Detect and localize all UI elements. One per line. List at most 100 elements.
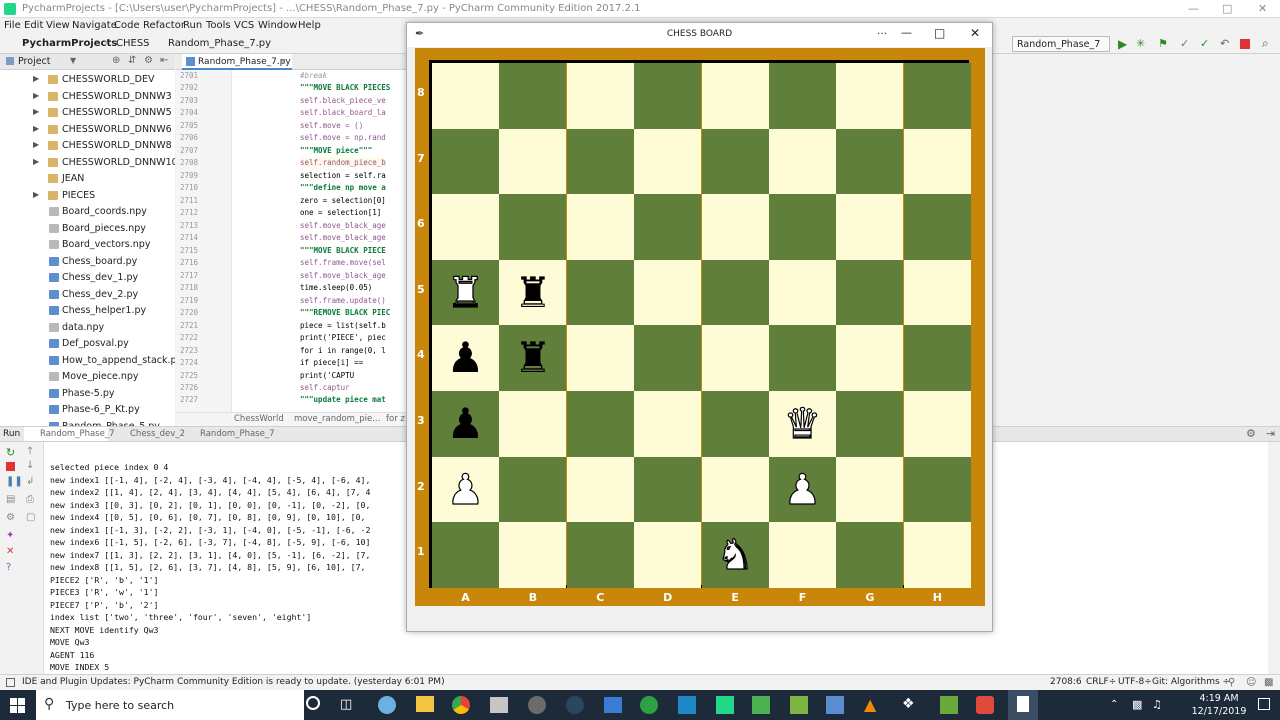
tree-item[interactable]: Board_vectors.npy (0, 237, 175, 253)
tree-item[interactable]: Phase-5.py (0, 386, 175, 402)
square-g5[interactable] (836, 259, 904, 326)
code-crumb-class[interactable]: ChessWorld (234, 414, 284, 424)
code-line[interactable]: """MOVE BLACK PIECE (300, 246, 386, 255)
square-b6[interactable] (499, 194, 567, 261)
store-icon[interactable] (490, 697, 508, 713)
close-icon[interactable]: ✕ (6, 546, 14, 557)
stop-icon[interactable] (6, 462, 15, 471)
square-g6[interactable] (836, 194, 904, 261)
arrow-down-icon[interactable]: ↓ (26, 460, 34, 471)
square-b7[interactable] (499, 128, 567, 195)
trash-icon[interactable]: ▢ (26, 512, 35, 523)
code-line[interactable]: """REMOVE BLACK PIEC (300, 308, 390, 317)
square-e7[interactable] (701, 128, 769, 195)
app-icon[interactable] (790, 696, 808, 714)
menu-tools[interactable]: Tools (206, 20, 231, 31)
coverage-icon[interactable]: ⚑ (1158, 37, 1168, 50)
square-c2[interactable] (566, 456, 634, 523)
square-b3[interactable] (499, 391, 567, 457)
square-c4[interactable] (566, 325, 634, 392)
square-c8[interactable] (566, 63, 634, 129)
tree-item[interactable]: Move_piece.npy (0, 369, 175, 385)
status-message[interactable]: IDE and Plugin Updates: PyCharm Communit… (22, 677, 445, 687)
chevron-down-icon[interactable]: ▼ (70, 56, 76, 65)
square-f8[interactable] (769, 63, 836, 129)
lock-icon[interactable]: ⚲ (1228, 677, 1235, 688)
close-tab-icon[interactable]: ✕ (280, 57, 287, 66)
hide-icon[interactable]: ⇥ (1266, 427, 1275, 440)
menu-view[interactable]: View (46, 20, 70, 31)
git-branch[interactable]: Git: Algorithms ÷ (1152, 677, 1230, 687)
hide-icon[interactable]: ⇤ (160, 55, 168, 66)
code-line[interactable]: """define np move a (300, 183, 386, 192)
tree-item[interactable]: ▶ PIECES (0, 188, 175, 204)
app-icon[interactable]: ❖ (902, 696, 915, 712)
square-c5[interactable] (566, 259, 634, 326)
print-icon[interactable]: ⎙ (26, 494, 34, 505)
breadcrumb-project[interactable]: PycharmProjects (22, 38, 117, 49)
tree-item[interactable]: Board_coords.npy (0, 204, 175, 220)
windows-start-icon[interactable] (10, 698, 25, 713)
code-line[interactable]: """MOVE BLACK PIECES (300, 83, 390, 92)
menu-edit[interactable]: Edit (24, 20, 43, 31)
code-line[interactable]: #break (300, 71, 327, 80)
code-line[interactable]: self.black_board_la (300, 108, 386, 117)
square-h5[interactable] (903, 259, 971, 326)
code-line[interactable]: self.move = () (300, 121, 363, 130)
square-g3[interactable] (836, 391, 904, 457)
square-h1[interactable] (903, 522, 971, 589)
square-e3[interactable] (701, 391, 769, 457)
tree-item[interactable]: data.npy (0, 320, 175, 336)
chess-window-titlebar[interactable]: ✒ CHESS BOARD … — □ ✕ (407, 23, 992, 47)
tree-item[interactable]: Random_Phase_5.py (0, 419, 175, 426)
square-d7[interactable] (634, 128, 702, 195)
square-e8[interactable] (701, 63, 769, 129)
menu-navigate[interactable]: Navigate (72, 20, 117, 31)
settings-icon[interactable]: ⚙ (6, 512, 15, 523)
gear-icon[interactable]: ⚙ (1246, 427, 1256, 440)
square-d8[interactable] (634, 63, 702, 129)
clock-time[interactable]: 4:19 AM (1194, 693, 1244, 704)
tree-item[interactable]: Board_pieces.npy (0, 221, 175, 237)
breadcrumb-folder[interactable]: CHESS (116, 38, 150, 49)
chevron-right-icon[interactable]: ▶ (33, 140, 39, 149)
square-h3[interactable] (903, 391, 971, 457)
toggle-panels-icon[interactable] (6, 678, 15, 687)
square-h2[interactable] (903, 456, 971, 523)
tree-item[interactable]: How_to_append_stack.py (0, 353, 175, 369)
app-icon[interactable] (752, 696, 770, 714)
tree-item[interactable]: Chess_helper1.py (0, 303, 175, 319)
chess-board[interactable]: ♜ ♜ ♟ ♜ ♟ ♛ ♟ ♟ ♞ (429, 60, 971, 589)
black-rook-piece[interactable]: ♜ (499, 325, 566, 391)
stop-icon[interactable] (1240, 39, 1250, 49)
square-h7[interactable] (903, 128, 971, 195)
square-e4[interactable] (701, 325, 769, 392)
code-editor[interactable]: #break """MOVE BLACK PIECES self.black_pie… (232, 70, 408, 412)
chevron-right-icon[interactable]: ▶ (33, 157, 39, 166)
tree-item[interactable]: ▶ CHESSWORLD_DNNW8 (0, 138, 175, 154)
maximize-icon[interactable]: □ (934, 26, 945, 40)
code-line[interactable]: """update piece mat (300, 395, 386, 404)
breadcrumb-file[interactable]: Random_Phase_7.py (168, 38, 271, 49)
tree-item[interactable]: ▶ CHESSWORLD_DEV (0, 72, 175, 88)
square-f1[interactable] (769, 522, 836, 589)
menu-run[interactable]: Run (183, 20, 202, 31)
caret-position[interactable]: 2708:6 (1050, 677, 1082, 687)
black-pawn-piece[interactable]: ♟ (432, 325, 499, 391)
square-f7[interactable] (769, 128, 836, 195)
code-line[interactable]: self.frame.update() (300, 296, 386, 305)
event-log-icon[interactable]: ▩ (1264, 677, 1273, 688)
menu-file[interactable]: File (4, 20, 21, 31)
code-line[interactable]: print('PIECE', piec (300, 333, 386, 342)
white-pawn-piece[interactable]: ♟ (432, 457, 499, 523)
gear-icon[interactable]: ⚙ (144, 55, 153, 66)
code-line[interactable]: one = selection[1] (300, 208, 381, 217)
menu-code[interactable]: Code (114, 20, 140, 31)
volume-icon[interactable]: ♫ (1152, 698, 1162, 711)
tree-item[interactable]: Chess_dev_2.py (0, 287, 175, 303)
pin-icon[interactable]: ✦ (6, 530, 14, 541)
close-icon[interactable]: ✕ (1258, 2, 1267, 15)
code-line[interactable]: for i in range(0, l (300, 346, 386, 355)
minimize-icon[interactable]: — (1188, 2, 1199, 15)
project-panel-title[interactable]: Project (18, 56, 51, 67)
